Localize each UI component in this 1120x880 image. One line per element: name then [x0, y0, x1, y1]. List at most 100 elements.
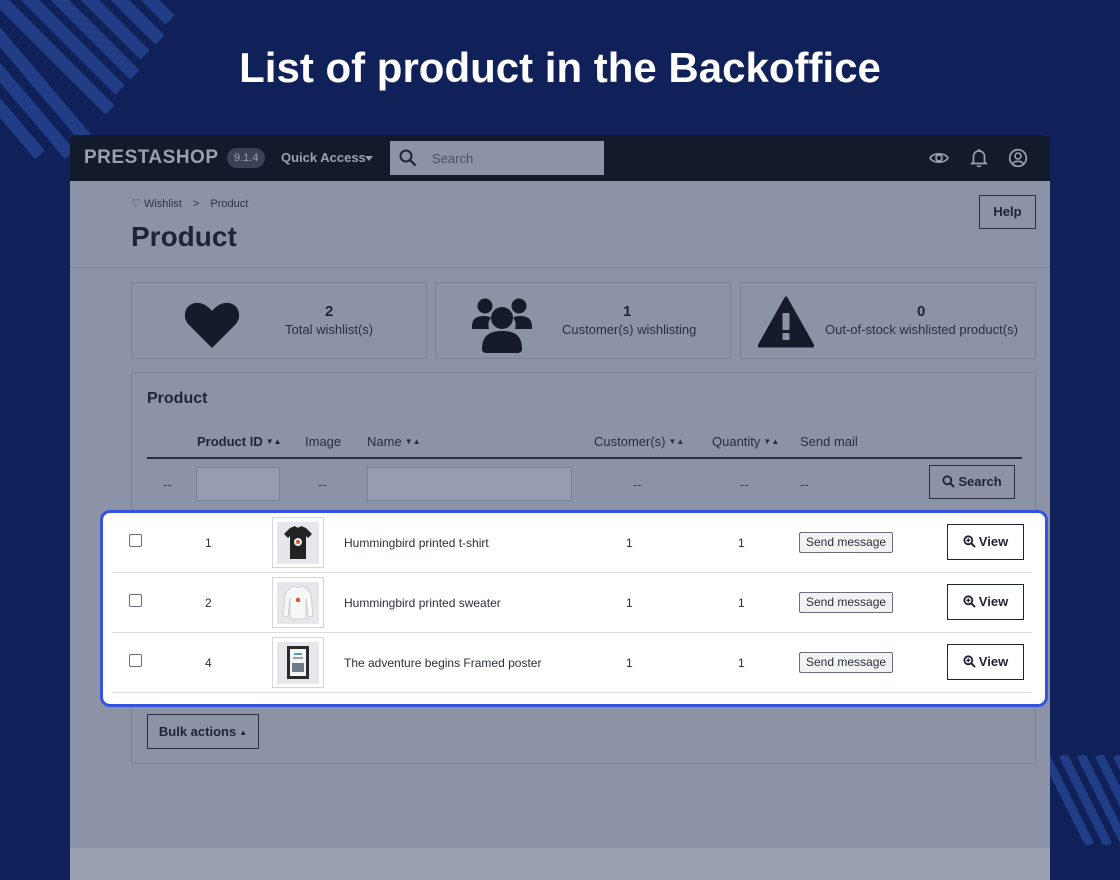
highlighted-product-rows: 1 Hummingbird printed t-shirt 1 1 Send m… — [100, 510, 1048, 707]
column-label: Name — [367, 434, 402, 449]
column-header-product-id[interactable]: Product ID ▼▲ — [197, 434, 282, 449]
column-header-image: Image — [305, 434, 342, 449]
kpi-value: 0 — [917, 303, 926, 320]
sort-icon[interactable]: ▼▲ — [266, 437, 282, 446]
view-button[interactable]: View — [947, 524, 1024, 560]
row-checkbox[interactable] — [129, 654, 142, 667]
filter-placeholder: -- — [740, 477, 749, 492]
search-placeholder: Search — [432, 151, 474, 166]
send-message-button[interactable]: Send message — [799, 592, 894, 613]
zoom-in-icon — [963, 595, 976, 608]
row-checkbox[interactable] — [129, 534, 142, 547]
caret-up-icon: ▲ — [239, 728, 248, 737]
eye-icon[interactable] — [929, 148, 949, 168]
breadcrumb-parent[interactable]: Wishlist — [144, 198, 182, 210]
kpi-out-of-stock: 0 Out-of-stock wishlisted product(s) — [740, 282, 1036, 359]
customer-count: 1 — [626, 596, 633, 610]
product-name: Hummingbird printed t-shirt — [344, 536, 489, 550]
sort-icon[interactable]: ▼▲ — [763, 437, 779, 446]
filter-name-input[interactable] — [367, 467, 572, 501]
view-button[interactable]: View — [947, 644, 1024, 680]
kpi-customers-wishlisting: 1 Customer(s) wishlisting — [435, 282, 731, 359]
warning-icon — [758, 296, 814, 348]
breadcrumb-current: Product — [210, 198, 249, 210]
bulk-actions-label: Bulk actions — [158, 724, 237, 739]
table-row: 4 The adventure begins Framed poster 1 1… — [112, 633, 1032, 693]
zoom-in-icon — [963, 655, 976, 668]
column-label: Customer(s) — [594, 434, 666, 449]
page-title: Product — [131, 221, 237, 252]
hero-title: List of product in the Backoffice — [239, 44, 881, 91]
column-label: Product ID — [197, 434, 263, 449]
kpi-label: Out-of-stock wishlisted product(s) — [825, 322, 1018, 337]
search-input[interactable]: Search — [390, 141, 604, 175]
quantity: 1 — [738, 536, 745, 550]
view-button[interactable]: View — [947, 584, 1024, 620]
footer-area — [70, 848, 1050, 880]
filter-search-button[interactable]: Search — [929, 465, 1015, 499]
filter-placeholder: -- — [633, 477, 642, 492]
product-name: The adventure begins Framed poster — [344, 656, 542, 670]
sweater-icon — [282, 585, 314, 620]
kpi-label: Customer(s) wishlisting — [562, 322, 697, 337]
view-label: View — [978, 534, 1009, 549]
poster-icon — [287, 646, 309, 679]
send-message-button[interactable]: Send message — [799, 532, 894, 553]
customer-count: 1 — [626, 536, 633, 550]
column-header-send-mail: Send mail — [800, 434, 858, 449]
breadcrumb-separator: > — [192, 198, 200, 210]
product-image-sweater — [272, 577, 324, 628]
column-header-customers[interactable]: Customer(s) ▼▲ — [594, 434, 684, 449]
backoffice-window: PRESTASHOP 9.1.4 Quick Access Search ♡ W… — [70, 135, 1050, 880]
bulk-actions-button[interactable]: Bulk actions ▲ — [147, 714, 259, 749]
heart-outline-icon: ♡ — [131, 198, 141, 210]
filter-placeholder: -- — [163, 477, 172, 492]
kpi-value: 1 — [623, 303, 632, 320]
chevron-down-icon[interactable] — [365, 156, 373, 161]
heart-icon — [184, 302, 240, 348]
sort-icon[interactable]: ▼▲ — [405, 437, 421, 446]
product-image-tshirt — [272, 517, 324, 568]
tshirt-icon — [284, 526, 312, 559]
table-row: 2 Hummingbird printed sweater 1 1 Send m… — [112, 573, 1032, 633]
help-button[interactable]: Help — [979, 195, 1036, 229]
send-message-button[interactable]: Send message — [799, 652, 894, 673]
kpi-value: 2 — [325, 303, 334, 320]
column-header-name[interactable]: Name ▼▲ — [367, 434, 421, 449]
panel-title: Product — [147, 390, 208, 407]
header-divider — [147, 457, 1022, 459]
filter-placeholder: -- — [318, 477, 327, 492]
account-icon[interactable] — [1008, 148, 1028, 168]
prestashop-logo[interactable]: PRESTASHOP — [84, 147, 219, 169]
page-header: ♡ Wishlist > Product Product Help — [70, 181, 1050, 268]
product-id: 4 — [205, 656, 212, 670]
filter-placeholder: -- — [800, 477, 809, 492]
view-label: View — [978, 594, 1009, 609]
row-checkbox[interactable] — [129, 594, 142, 607]
product-id: 1 — [205, 536, 212, 550]
decorative-stripes-bottom — [1045, 755, 1120, 845]
quantity: 1 — [738, 596, 745, 610]
zoom-in-icon — [963, 535, 976, 548]
search-button-label: Search — [958, 474, 1002, 489]
table-row: 1 Hummingbird printed t-shirt 1 1 Send m… — [112, 513, 1032, 573]
product-id: 2 — [205, 596, 212, 610]
kpi-total-wishlists: 2 Total wishlist(s) — [131, 282, 427, 359]
top-navbar: PRESTASHOP 9.1.4 Quick Access Search — [70, 135, 1050, 181]
users-icon — [472, 298, 532, 353]
bell-icon[interactable] — [970, 148, 988, 168]
column-label: Quantity — [712, 434, 761, 449]
filter-product-id-input[interactable] — [196, 467, 280, 501]
breadcrumb: ♡ Wishlist > Product — [131, 197, 248, 210]
kpi-label: Total wishlist(s) — [285, 322, 374, 337]
sort-icon[interactable]: ▼▲ — [669, 437, 685, 446]
column-header-quantity[interactable]: Quantity ▼▲ — [712, 434, 779, 449]
product-image-poster — [272, 637, 324, 688]
search-icon — [942, 475, 956, 488]
product-name: Hummingbird printed sweater — [344, 596, 501, 610]
search-icon — [399, 149, 417, 167]
version-badge: 9.1.4 — [227, 148, 266, 168]
customer-count: 1 — [626, 656, 633, 670]
quantity: 1 — [738, 656, 745, 670]
quick-access-menu[interactable]: Quick Access — [281, 150, 366, 165]
